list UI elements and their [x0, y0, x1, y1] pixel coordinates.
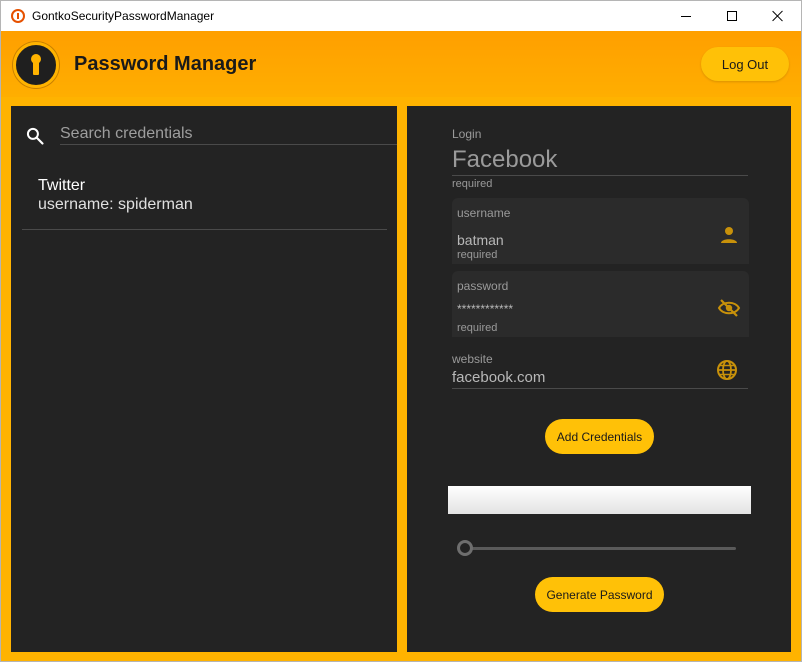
- username-value: batman: [457, 232, 504, 248]
- eye-off-icon[interactable]: [717, 296, 741, 320]
- keyhole-icon: [13, 42, 59, 88]
- password-label: password: [457, 279, 509, 293]
- keyhole-bottom: [33, 61, 39, 75]
- login-label: Login: [452, 127, 482, 141]
- app-icon: [11, 9, 25, 23]
- generate-password-button[interactable]: Generate Password: [535, 577, 664, 612]
- minimize-button[interactable]: [663, 1, 709, 31]
- list-item[interactable]: Twitter username: spiderman: [22, 168, 387, 230]
- page-title: Password Manager: [74, 53, 257, 75]
- password-value: ************: [457, 302, 514, 316]
- website-label: website: [452, 352, 493, 366]
- person-icon: [721, 227, 737, 243]
- website-value[interactable]: facebook.com: [452, 369, 545, 386]
- maximize-icon: [727, 11, 737, 21]
- generated-password-field[interactable]: [448, 486, 751, 514]
- close-button[interactable]: [755, 1, 801, 31]
- search-underline: [60, 144, 397, 145]
- password-length-slider[interactable]: [464, 547, 736, 550]
- search-icon[interactable]: [25, 126, 45, 146]
- window-titlebar[interactable]: GontkoSecurityPasswordManager: [1, 1, 801, 31]
- website-underline: [452, 388, 748, 389]
- add-credentials-button[interactable]: Add Credentials: [545, 419, 654, 454]
- maximize-button[interactable]: [709, 1, 755, 31]
- credential-name: Twitter: [38, 177, 86, 194]
- password-field[interactable]: password ************ required: [452, 271, 749, 337]
- password-helper: required: [457, 322, 498, 334]
- globe-icon: [717, 360, 737, 380]
- credential-username: username: spiderman: [38, 196, 193, 213]
- login-helper: required: [452, 178, 493, 190]
- app-window: GontkoSecurityPasswordManager Password M…: [0, 0, 802, 662]
- username-field[interactable]: username batman required: [452, 198, 749, 264]
- login-underline: [452, 175, 748, 176]
- logout-button[interactable]: Log Out: [701, 47, 789, 81]
- login-field[interactable]: [452, 144, 748, 176]
- credential-form-panel: Login required username batman required …: [407, 106, 791, 652]
- close-icon: [772, 10, 784, 22]
- app-header: Password Manager Log Out: [1, 31, 801, 97]
- search-input[interactable]: [60, 124, 396, 144]
- credentials-panel: Twitter username: spiderman: [11, 106, 397, 652]
- minimize-icon: [681, 15, 691, 17]
- window-title: GontkoSecurityPasswordManager: [32, 9, 215, 23]
- username-label: username: [457, 206, 511, 220]
- slider-thumb[interactable]: [457, 540, 473, 556]
- username-helper: required: [457, 249, 498, 261]
